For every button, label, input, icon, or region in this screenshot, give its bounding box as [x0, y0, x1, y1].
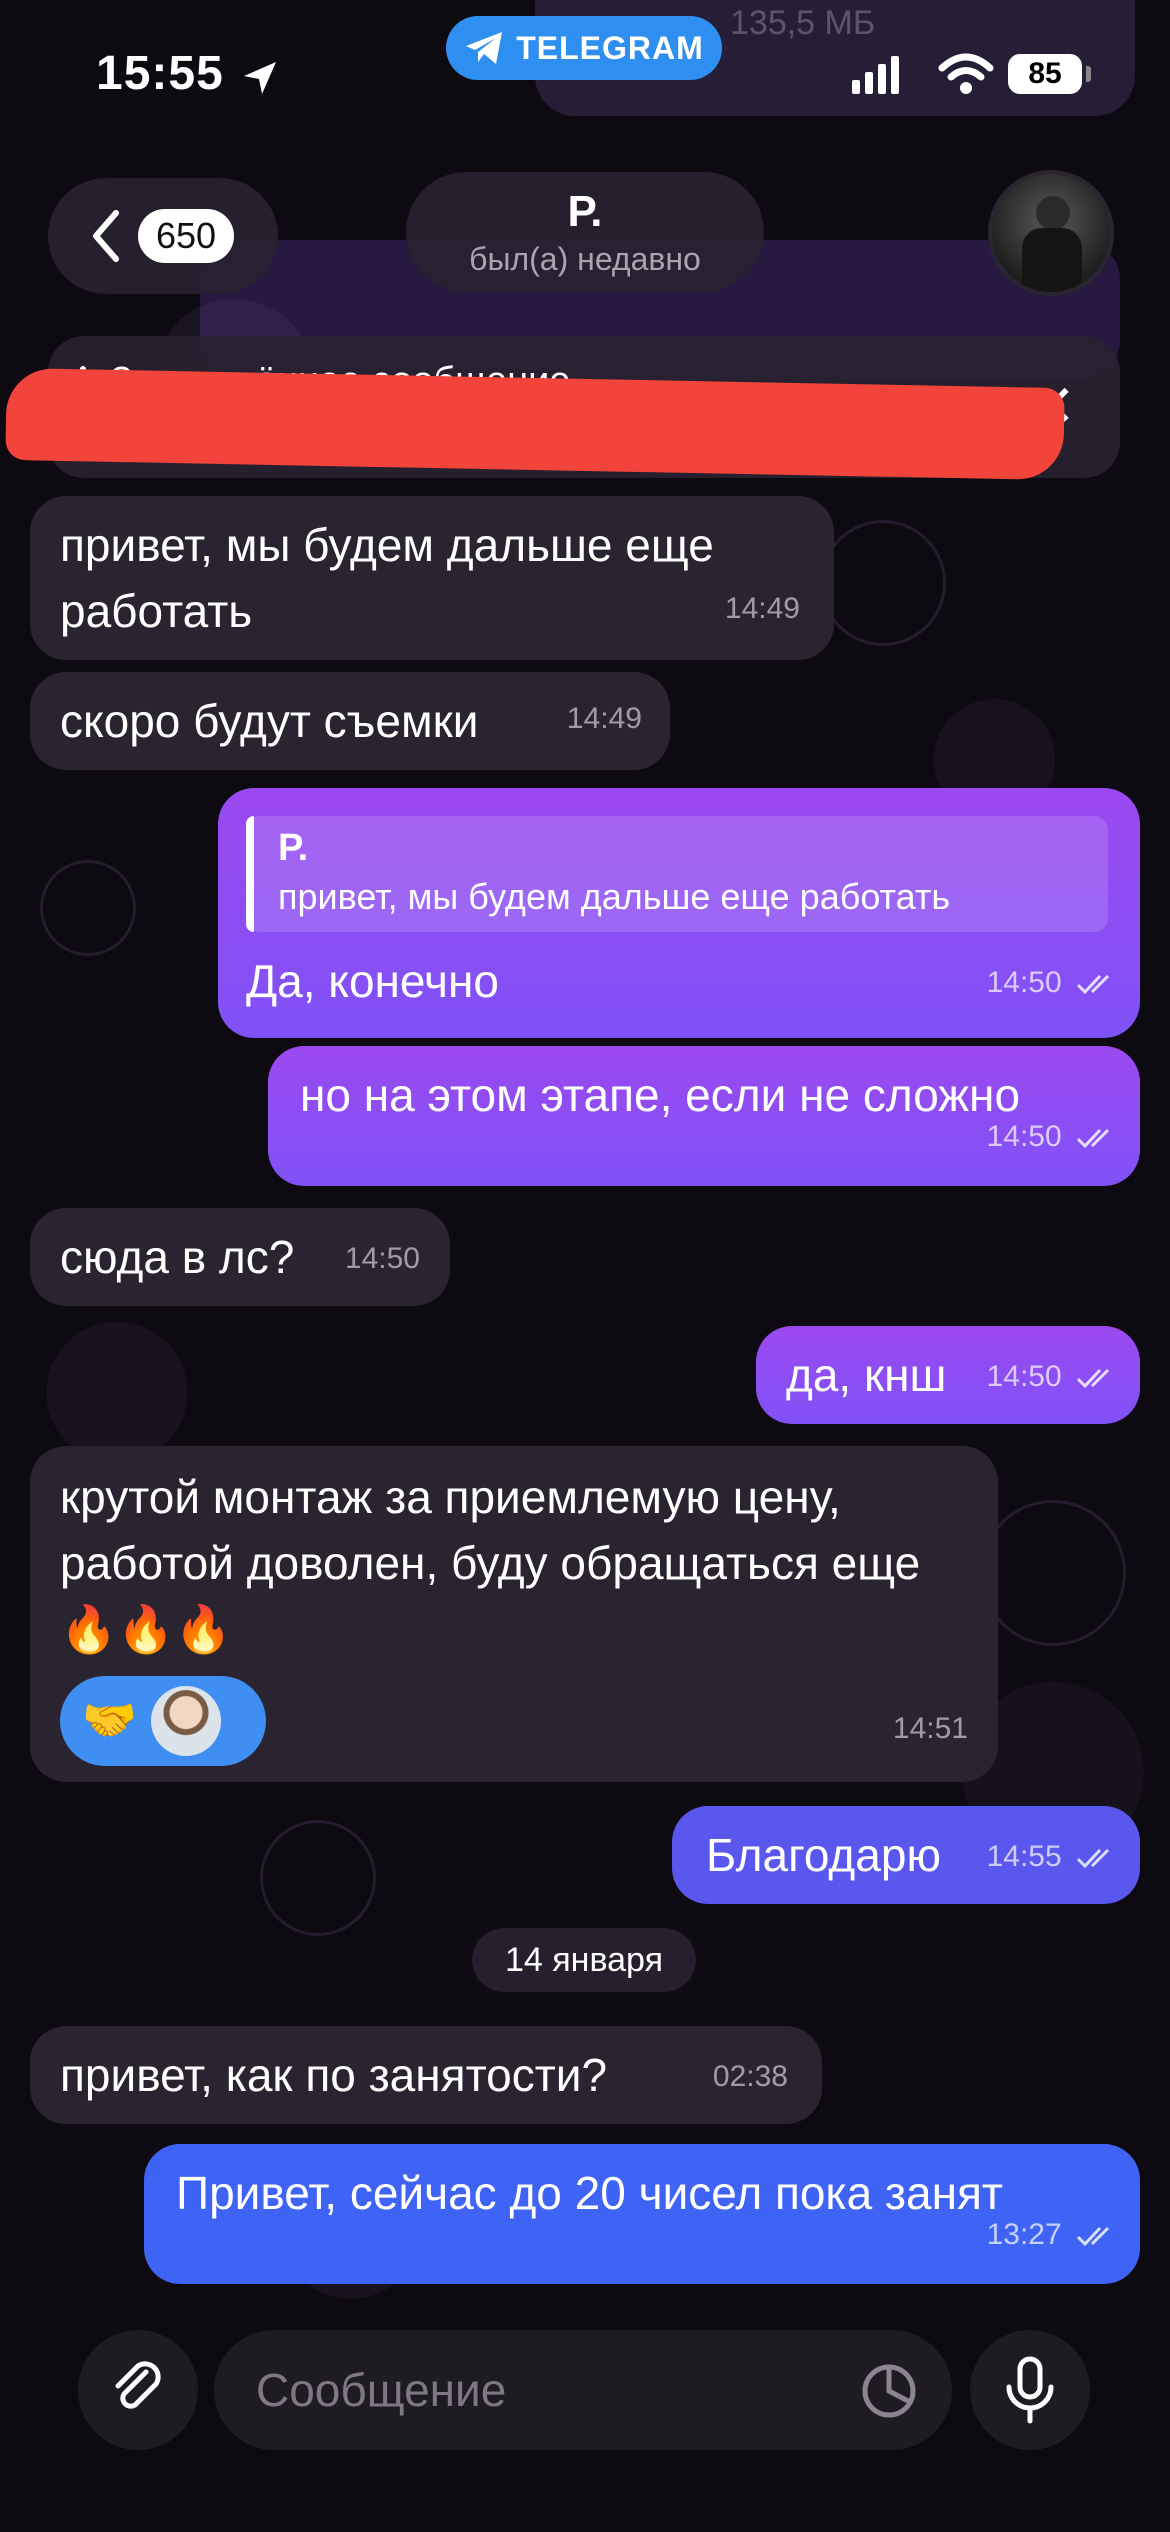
cellular-signal-icon	[852, 56, 899, 94]
telegram-plane-icon	[466, 32, 503, 64]
message-outgoing[interactable]: но на этом этапе, если не сложно 14:50	[268, 1046, 1140, 1186]
message-time: 14:50	[987, 1344, 1118, 1410]
wifi-icon	[938, 53, 994, 94]
message-time-value: 14:50	[986, 1120, 1062, 1153]
wallpaper-doodle	[820, 520, 946, 646]
message-text: привет, мы будем дальше еще работать	[60, 519, 714, 637]
reply-text: привет, мы будем дальше еще работать	[278, 876, 951, 917]
message-text: сюда в лс?	[60, 1231, 295, 1283]
message-time-value: 14:50	[986, 1360, 1062, 1393]
double-check-icon	[1076, 2227, 1110, 2247]
message-text: да, кнш	[786, 1349, 947, 1401]
sticker-icon[interactable]	[860, 2362, 918, 2420]
message-input[interactable]	[254, 2362, 818, 2418]
message-outgoing[interactable]: Р. привет, мы будем дальше еще работать …	[218, 788, 1140, 1038]
reply-author: Р.	[278, 827, 309, 869]
message-time-value: 14:50	[986, 966, 1062, 999]
message-time-value: 14:55	[986, 1840, 1062, 1873]
back-button[interactable]: 650	[48, 178, 278, 294]
wallpaper-doodle	[40, 860, 136, 956]
message-outgoing[interactable]: Привет, сейчас до 20 чисел пока занят 13…	[144, 2144, 1140, 2284]
battery-tip	[1086, 66, 1091, 82]
wallpaper-doodle	[980, 1500, 1126, 1646]
double-check-icon	[1076, 1369, 1110, 1389]
message-text: крутой монтаж за приемлемую цену, работо…	[60, 1471, 921, 1655]
message-text: привет, как по занятости?	[60, 2049, 608, 2101]
message-text: скоро будут съемки	[60, 695, 479, 747]
message-outgoing[interactable]: да, кнш 14:50	[756, 1326, 1140, 1424]
message-incoming[interactable]: привет, мы будем дальше еще работать 14:…	[30, 496, 834, 660]
avatar-photo-head	[1036, 196, 1070, 230]
message-incoming[interactable]: привет, как по занятости? 02:38	[30, 2026, 822, 2124]
message-time: 14:50	[987, 950, 1118, 1016]
double-check-icon	[1076, 975, 1110, 995]
battery-indicator: 85	[1008, 54, 1082, 94]
message-incoming[interactable]: сюда в лс? 14:50	[30, 1208, 450, 1306]
message-time: 02:38	[712, 2060, 788, 2093]
message-text: Привет, сейчас до 20 чисел пока занят	[176, 2167, 1003, 2219]
message-time-value: 13:27	[986, 2218, 1062, 2251]
message-time: 14:51	[892, 1712, 968, 1745]
date-separator: 14 января	[472, 1928, 696, 1992]
double-check-icon	[1076, 1849, 1110, 1869]
attach-button[interactable]	[78, 2330, 198, 2450]
location-arrow-icon	[244, 62, 276, 94]
microphone-icon	[1006, 2356, 1054, 2424]
message-time: 14:50	[987, 1104, 1118, 1170]
message-text: Благодарю	[706, 1829, 941, 1881]
reply-quote[interactable]: Р. привет, мы будем дальше еще работать	[246, 816, 1108, 932]
telegram-return-pill[interactable]: TELEGRAM	[446, 16, 722, 80]
contact-last-seen: был(а) недавно	[469, 240, 701, 277]
paperclip-icon	[115, 2361, 161, 2409]
message-time: 14:55	[987, 1824, 1118, 1890]
contact-name: Р.	[567, 186, 603, 236]
reactor-avatar	[150, 1686, 221, 1756]
contact-avatar[interactable]	[988, 170, 1114, 296]
avatar-photo-body	[1022, 228, 1082, 292]
app-pill-label: TELEGRAM	[516, 29, 704, 66]
message-input-field[interactable]	[214, 2330, 952, 2450]
voice-message-button[interactable]	[970, 2330, 1090, 2450]
message-time: 14:50	[344, 1242, 420, 1275]
message-time: 14:49	[566, 702, 642, 735]
status-time: 15:55	[96, 47, 224, 100]
unread-count-badge: 650	[138, 209, 235, 263]
chevron-left-icon	[93, 210, 119, 262]
message-incoming[interactable]: крутой монтаж за приемлемую цену, работо…	[30, 1446, 998, 1782]
double-check-icon	[1076, 1129, 1110, 1149]
message-text: Да, конечно	[246, 955, 499, 1007]
message-text: но на этом этапе, если не сложно	[300, 1069, 1021, 1121]
handshake-reaction-icon: 🤝	[82, 1696, 137, 1745]
ghost-file-size: 135,5 МБ	[730, 4, 876, 42]
wallpaper-doodle	[260, 1820, 376, 1936]
chat-title[interactable]: Р. был(а) недавно	[406, 172, 764, 292]
message-outgoing[interactable]: Благодарю 14:55	[672, 1806, 1140, 1904]
message-time: 14:49	[724, 592, 800, 625]
reaction-chip[interactable]: 🤝	[60, 1676, 266, 1766]
message-incoming[interactable]: скоро будут съемки 14:49	[30, 672, 670, 770]
message-time: 13:27	[987, 2202, 1118, 2268]
